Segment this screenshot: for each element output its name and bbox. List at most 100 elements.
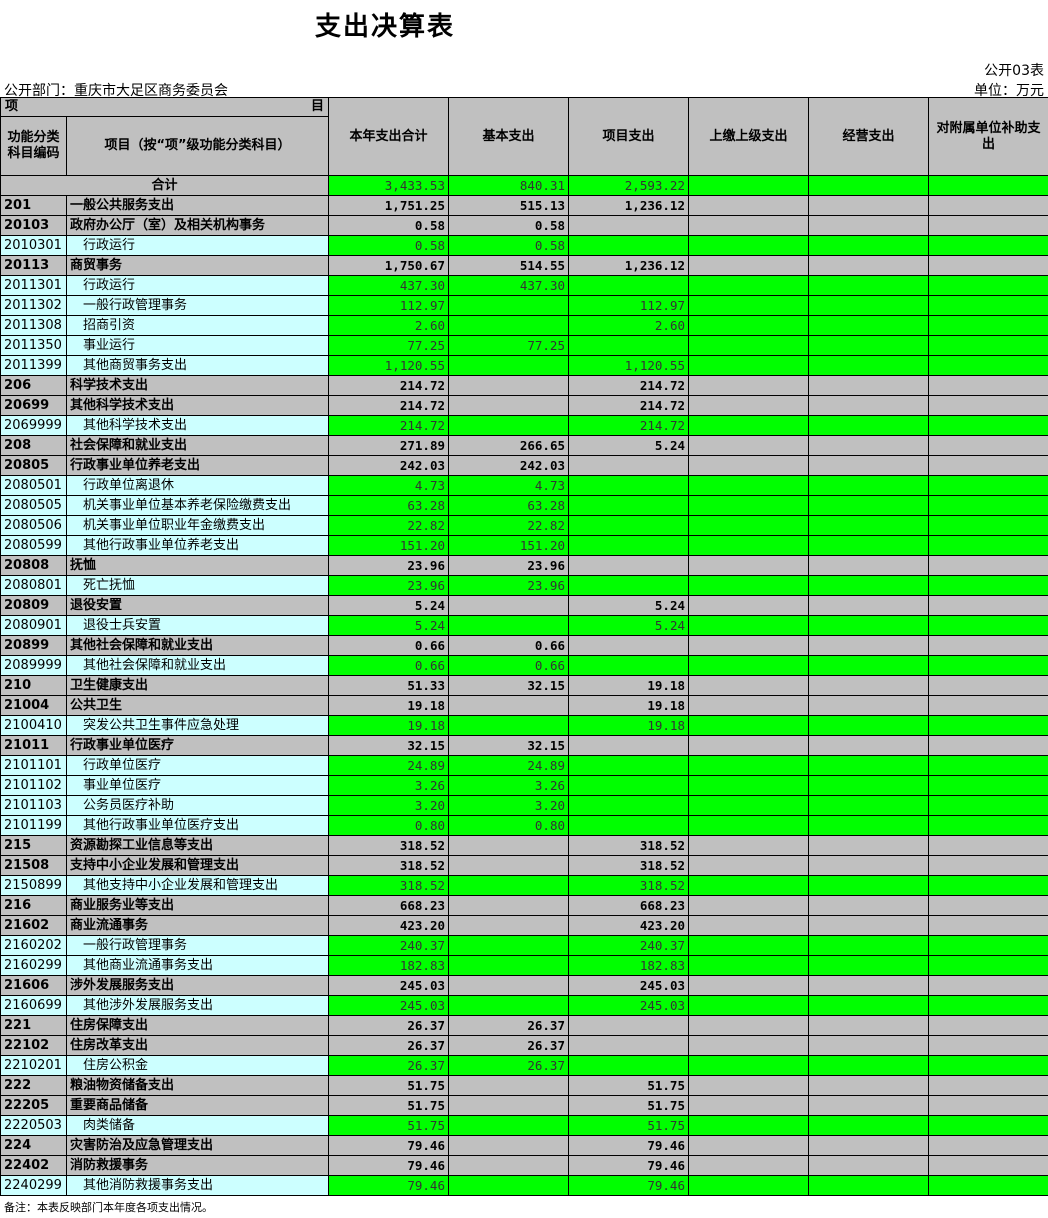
table-row: 2160202 一般行政管理事务 240.37 240.37 xyxy=(0,935,1048,956)
row-code: 210 xyxy=(0,675,67,696)
row-project xyxy=(568,535,689,556)
row-code: 20808 xyxy=(0,555,67,576)
page-title: 支出决算表 xyxy=(315,12,456,42)
row-upper xyxy=(688,495,809,516)
row-business xyxy=(808,855,929,876)
row-basic: 26.37 xyxy=(448,1035,569,1056)
row-subsidy xyxy=(928,795,1048,816)
row-total: 63.28 xyxy=(328,495,449,516)
row-business xyxy=(808,455,929,476)
row-code: 20113 xyxy=(0,255,67,276)
row-subsidy xyxy=(928,535,1048,556)
row-code: 2160202 xyxy=(0,935,67,956)
table-row: 20899 其他社会保障和就业支出 0.66 0.66 xyxy=(0,635,1048,656)
row-business xyxy=(808,1115,929,1136)
row-code: 2080901 xyxy=(0,615,67,636)
row-upper xyxy=(688,815,809,836)
row-business xyxy=(808,935,929,956)
row-name: 行政单位医疗 xyxy=(66,755,329,776)
row-code: 2101103 xyxy=(0,795,67,816)
row-name: 行政事业单位养老支出 xyxy=(66,455,329,476)
table-row: 2220503 肉类储备 51.75 51.75 xyxy=(0,1115,1048,1136)
row-basic xyxy=(448,875,569,896)
row-name: 一般行政管理事务 xyxy=(66,295,329,316)
table-row: 2101103 公务员医疗补助 3.20 3.20 xyxy=(0,795,1048,816)
row-code: 2011302 xyxy=(0,295,67,316)
row-upper xyxy=(688,595,809,616)
total-basic: 840.31 xyxy=(448,175,569,196)
row-project: 214.72 xyxy=(568,415,689,436)
row-total: 26.37 xyxy=(328,1015,449,1036)
row-subsidy xyxy=(928,755,1048,776)
row-code: 2069999 xyxy=(0,415,67,436)
total-label: 合计 xyxy=(0,175,329,196)
row-basic xyxy=(448,975,569,996)
row-subsidy xyxy=(928,375,1048,396)
table-row: 2080501 行政单位离退休 4.73 4.73 xyxy=(0,475,1048,496)
row-basic: 3.20 xyxy=(448,795,569,816)
row-subsidy xyxy=(928,675,1048,696)
row-subsidy xyxy=(928,875,1048,896)
row-total: 182.83 xyxy=(328,955,449,976)
row-code: 2011350 xyxy=(0,335,67,356)
row-total: 79.46 xyxy=(328,1175,449,1196)
row-code: 2101199 xyxy=(0,815,67,836)
row-business xyxy=(808,495,929,516)
row-code: 20899 xyxy=(0,635,67,656)
row-code: 2089999 xyxy=(0,655,67,676)
row-total: 79.46 xyxy=(328,1135,449,1156)
row-upper xyxy=(688,435,809,456)
row-subsidy xyxy=(928,715,1048,736)
row-name: 其他支持中小企业发展和管理支出 xyxy=(66,875,329,896)
row-basic xyxy=(448,915,569,936)
header-item-cell: 项 目 xyxy=(0,97,329,117)
header-item-left: 项 xyxy=(5,99,19,114)
row-basic: 32.15 xyxy=(448,735,569,756)
row-total: 24.89 xyxy=(328,755,449,776)
row-project xyxy=(568,1035,689,1056)
row-subsidy xyxy=(928,415,1048,436)
row-basic xyxy=(448,1075,569,1096)
row-upper xyxy=(688,1035,809,1056)
row-total: 240.37 xyxy=(328,935,449,956)
row-basic xyxy=(448,1135,569,1156)
row-subsidy xyxy=(928,335,1048,356)
row-business xyxy=(808,655,929,676)
table-row: 2080801 死亡抚恤 23.96 23.96 xyxy=(0,575,1048,596)
row-total: 0.58 xyxy=(328,235,449,256)
table-row: 215 资源勘探工业信息等支出 318.52 318.52 xyxy=(0,835,1048,856)
row-upper xyxy=(688,635,809,656)
row-name: 招商引资 xyxy=(66,315,329,336)
row-subsidy xyxy=(928,775,1048,796)
row-upper xyxy=(688,675,809,696)
row-name: 住房保障支出 xyxy=(66,1015,329,1036)
row-business xyxy=(808,795,929,816)
row-name: 突发公共卫生事件应急处理 xyxy=(66,715,329,736)
table-row: 2101101 行政单位医疗 24.89 24.89 xyxy=(0,755,1048,776)
row-name: 公共卫生 xyxy=(66,695,329,716)
row-upper xyxy=(688,735,809,756)
row-total: 51.75 xyxy=(328,1115,449,1136)
row-project: 245.03 xyxy=(568,995,689,1016)
row-project: 19.18 xyxy=(568,695,689,716)
row-subsidy xyxy=(928,975,1048,996)
row-total: 437.30 xyxy=(328,275,449,296)
row-subsidy xyxy=(928,295,1048,316)
row-code: 2080506 xyxy=(0,515,67,536)
row-project xyxy=(568,795,689,816)
total-subsidy xyxy=(928,175,1048,196)
row-basic xyxy=(448,355,569,376)
row-business xyxy=(808,975,929,996)
row-name: 科学技术支出 xyxy=(66,375,329,396)
row-basic: 24.89 xyxy=(448,755,569,776)
row-subsidy xyxy=(928,1115,1048,1136)
row-name: 行政单位离退休 xyxy=(66,475,329,496)
row-total: 1,120.55 xyxy=(328,355,449,376)
row-project: 240.37 xyxy=(568,935,689,956)
row-basic: 23.96 xyxy=(448,555,569,576)
table-row: 20805 行政事业单位养老支出 242.03 242.03 xyxy=(0,455,1048,476)
row-total: 318.52 xyxy=(328,835,449,856)
row-business xyxy=(808,755,929,776)
row-name: 其他商贸事务支出 xyxy=(66,355,329,376)
row-basic: 32.15 xyxy=(448,675,569,696)
